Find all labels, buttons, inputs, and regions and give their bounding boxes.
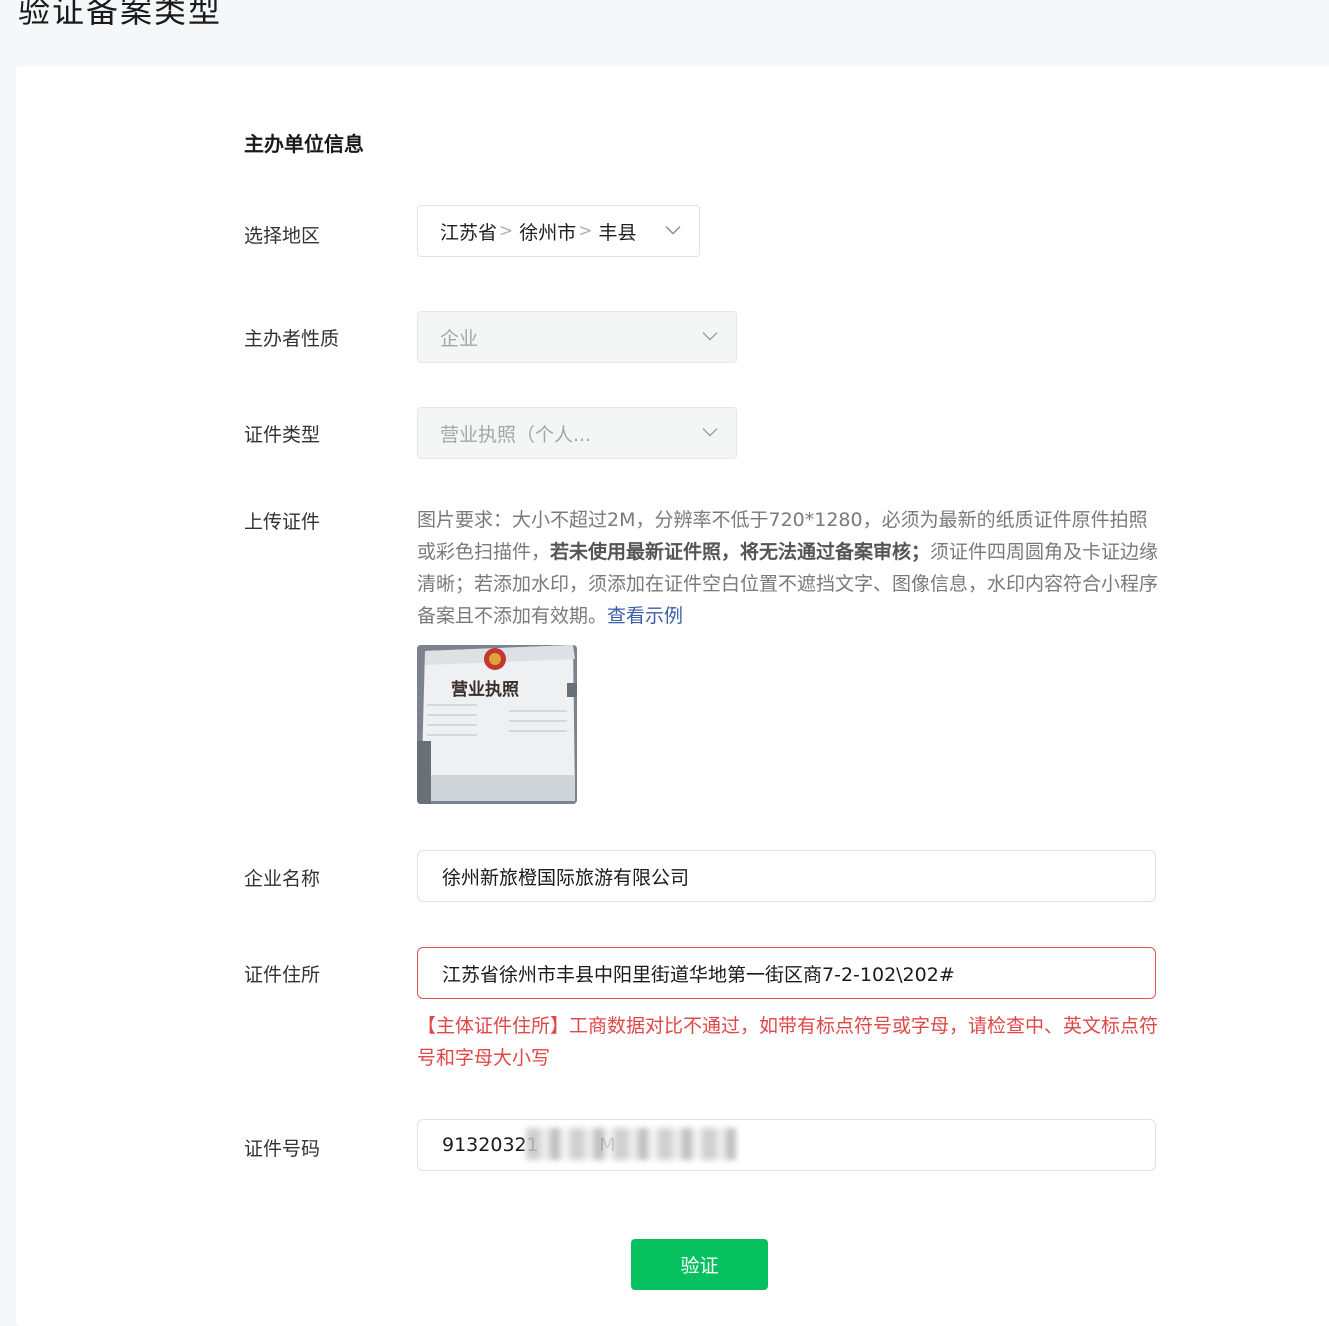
license-title-text: 营业执照: [451, 679, 519, 700]
region-label: 选择地区: [244, 225, 321, 247]
upload-requirements: 图片要求：大小不超过2M，分辨率不低于720*1280，必须为最新的纸质证件原件…: [417, 504, 1162, 632]
form-card: 主办单位信息 选择地区 江苏省 > 徐州市 > 丰县 主办者性质 企业 证件类型…: [16, 66, 1329, 1326]
upload-desc-warning: 若未使用最新证件照，将无法通过备案审核；: [550, 541, 931, 563]
region-city: 徐州市: [519, 221, 577, 244]
nature-label: 主办者性质: [244, 328, 340, 350]
license-photo: 营业执照: [417, 645, 577, 804]
address-label: 证件住所: [244, 964, 321, 986]
address-input[interactable]: 江苏省徐州市丰县中阳里街道华地第一街区商7-2-102\202#: [417, 947, 1156, 999]
nature-value: 企业: [440, 327, 479, 350]
cert-type-label: 证件类型: [244, 424, 321, 446]
separator-icon: >: [578, 221, 593, 241]
upload-label: 上传证件: [244, 511, 321, 533]
company-name-value: 徐州新旅橙国际旅游有限公司: [442, 866, 690, 889]
region-county: 丰县: [598, 221, 637, 244]
company-label: 企业名称: [244, 868, 321, 890]
uploaded-license-thumbnail[interactable]: 营业执照: [417, 645, 577, 804]
chevron-down-icon: [665, 226, 681, 235]
chevron-down-icon: [702, 428, 718, 437]
page-title: 验证备案类型: [18, 0, 223, 30]
section-title: 主办单位信息: [244, 132, 364, 156]
cert-number-input[interactable]: 91320321 M: [417, 1119, 1156, 1171]
cert-type-value: 营业执照（个人...: [440, 423, 592, 446]
cert-type-select[interactable]: 营业执照（个人...: [417, 407, 737, 459]
cert-no-label: 证件号码: [244, 1138, 321, 1160]
address-error-message: 【主体证件住所】工商数据对比不通过，如带有标点符号或字母，请检查中、英文标点符号…: [417, 1015, 1159, 1069]
verify-button[interactable]: 验证: [631, 1239, 768, 1290]
region-select[interactable]: 江苏省 > 徐州市 > 丰县: [417, 205, 700, 257]
region-province: 江苏省: [440, 221, 498, 244]
separator-icon: >: [499, 221, 514, 241]
redaction-blur: [526, 1128, 736, 1160]
address-value: 江苏省徐州市丰县中阳里街道华地第一街区商7-2-102\202#: [442, 963, 955, 986]
chevron-down-icon: [702, 332, 718, 341]
nature-select[interactable]: 企业: [417, 311, 737, 363]
company-name-input[interactable]: 徐州新旅橙国际旅游有限公司: [417, 850, 1156, 902]
view-example-link[interactable]: 查看示例: [607, 605, 683, 627]
